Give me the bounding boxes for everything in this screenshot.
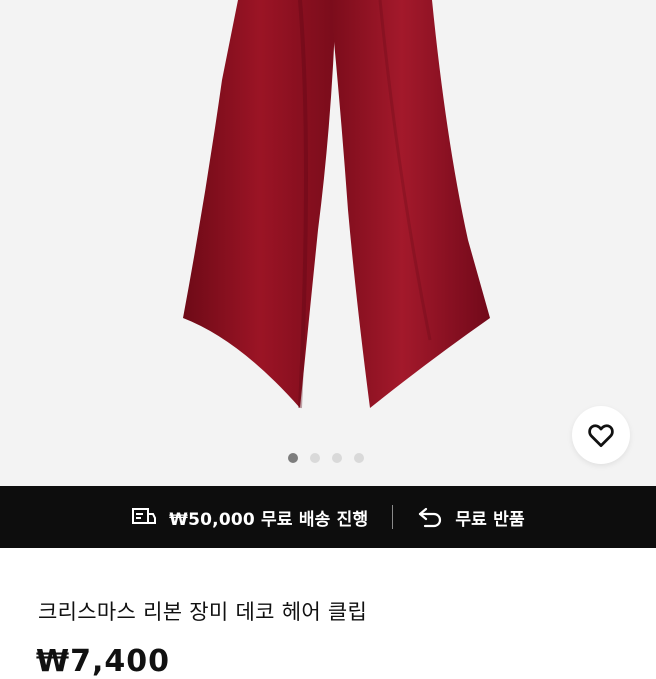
- carousel-dot[interactable]: [332, 453, 342, 463]
- free-return-info[interactable]: 무료 반품: [417, 505, 525, 530]
- heart-outline-icon: [588, 424, 614, 447]
- wishlist-button[interactable]: [572, 406, 630, 464]
- product-title: 크리스마스 리본 장미 데코 헤어 클립: [38, 600, 368, 624]
- carousel-dot[interactable]: [354, 453, 364, 463]
- return-arrow-icon: [419, 507, 442, 528]
- carousel-dot[interactable]: [288, 453, 298, 463]
- promo-banner: ₩50,000 무료 배송 진행 무료 반품: [0, 486, 656, 548]
- product-image: [183, 0, 490, 409]
- free-return-text: 무료 반품: [455, 509, 525, 530]
- banner-divider: [392, 505, 394, 529]
- free-shipping-text: ₩50,000 무료 배송 진행: [169, 509, 369, 530]
- product-image-carousel[interactable]: [0, 0, 656, 486]
- delivery-truck-icon: [132, 508, 157, 524]
- product-price: ₩7,400: [36, 644, 170, 679]
- free-shipping-info[interactable]: ₩50,000 무료 배송 진행: [131, 505, 368, 530]
- carousel-dot[interactable]: [310, 453, 320, 463]
- carousel-indicator: [288, 453, 364, 463]
